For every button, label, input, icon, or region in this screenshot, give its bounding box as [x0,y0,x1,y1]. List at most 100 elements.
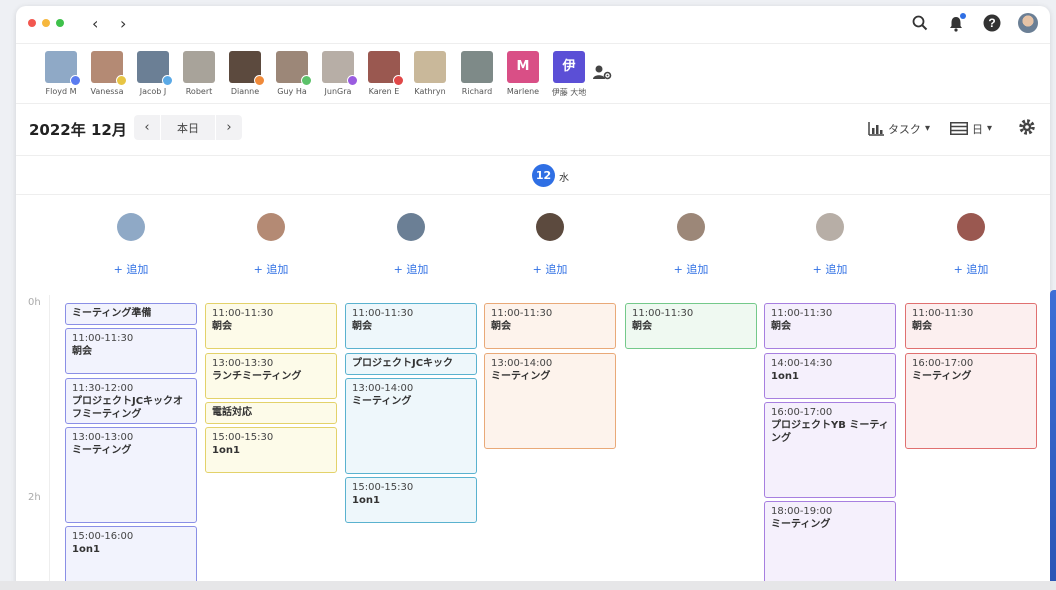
calendar-toolbar: 2022年 12月 ‹ 本日 › タスク ▾ 日 ▾ [16,104,1050,156]
member-avatar[interactable]: Vanessa [84,51,130,96]
column-header: + 追加 [905,213,1037,277]
member-avatar[interactable]: Jacob J [130,51,176,96]
member-avatar[interactable]: Robert [176,51,222,96]
layout-icon [949,122,968,135]
avatar [229,51,265,86]
add-event-button[interactable]: + 追加 [345,261,477,277]
avatar[interactable] [257,213,285,241]
add-event-button[interactable]: + 追加 [205,261,337,277]
day-view-select[interactable]: 日 ▾ [949,121,992,137]
today-button[interactable]: 本日 [160,115,216,140]
event-card[interactable]: 15:00-15:30 1on1 [205,427,337,473]
member-name: Richard [461,87,493,96]
event-card[interactable]: 13:00-13:30 ランチミーティング [205,353,337,399]
close-window-button[interactable] [28,19,36,27]
maximize-window-button[interactable] [56,19,64,27]
event-card[interactable]: 13:00-13:00 ミーティング [65,427,197,523]
event-card[interactable]: 電話対応 [205,402,337,424]
member-avatar[interactable]: Karen E [361,51,407,96]
event-card[interactable]: 11:00-11:30 朝会 [625,303,757,349]
search-icon[interactable] [910,13,930,33]
user-avatar[interactable] [1018,13,1038,33]
avatar[interactable] [677,213,705,241]
event-time: 15:00-15:30 [352,482,414,493]
event-card[interactable]: プロジェクトJCキック [345,353,477,375]
member-name: Jacob J [139,87,167,96]
member-avatar[interactable]: Guy Ha [269,51,315,96]
member-name: Vanessa [90,87,124,96]
window-controls [28,19,64,27]
event-card[interactable]: 11:00-11:30 朝会 [484,303,616,349]
member-strip: Floyd M Vanessa Jacob J Robert Dianne Guy Ha J… [16,44,1050,104]
event-title: プロジェクトJCキックオフミーティング [72,396,184,420]
event-time: 11:30-12:00 [72,383,134,394]
date-header: 12 水 [16,156,1050,195]
avatar[interactable] [957,213,985,241]
avatar[interactable] [816,213,844,241]
column-header: + 追加 [65,213,197,277]
day-number[interactable]: 12 [532,164,555,187]
schedule-grid: 0h 2h + 追加 ミーティング準備 11:00-11:30 朝会 11:30-12:… [16,195,1050,590]
event-title: ミーティング [72,445,132,456]
event-card[interactable]: 11:00-11:30 朝会 [764,303,896,349]
event-card[interactable]: 13:00-14:00 ミーティング [484,353,616,449]
member-settings-icon[interactable] [592,64,612,84]
svg-text:?: ? [988,16,995,30]
event-card[interactable]: 11:00-11:30 朝会 [345,303,477,349]
event-card[interactable]: 13:00-14:00 ミーティング [345,378,477,474]
task-view-select[interactable]: タスク ▾ [868,121,930,137]
event-card[interactable]: ミーティング準備 [65,303,197,325]
status-badge [301,75,312,86]
notification-dot [960,13,966,19]
member-avatar[interactable]: Floyd M [38,51,84,96]
title-bar: ‹ › ? [16,6,1050,44]
event-title: 1on1 [771,371,799,382]
bell-icon[interactable] [946,13,966,33]
event-time: 16:00-17:00 [912,358,974,369]
hour-label: 0h [28,297,41,308]
avatar[interactable] [536,213,564,241]
event-time: 11:00-11:30 [352,308,414,319]
member-avatar[interactable]: Dianne [222,51,268,96]
event-title: 朝会 [72,346,92,357]
member-avatar[interactable]: M Marlene [500,51,546,96]
add-event-button[interactable]: + 追加 [625,261,757,277]
event-card[interactable]: 15:00-15:30 1on1 [345,477,477,523]
gear-icon[interactable] [1018,118,1036,139]
next-day-button[interactable]: › [216,115,242,140]
chevron-left-icon[interactable]: ‹ [92,14,98,33]
member-avatar[interactable]: JunGra [315,51,361,96]
avatar [368,51,404,86]
event-card[interactable]: 16:00-17:00 ミーティング [905,353,1037,449]
event-card[interactable]: 14:00-14:30 1on1 [764,353,896,399]
add-event-button[interactable]: + 追加 [764,261,896,277]
event-title: ランチミーティング [212,371,302,382]
event-card[interactable]: 11:00-11:30 朝会 [65,328,197,374]
add-event-button[interactable]: + 追加 [484,261,616,277]
app-window: ‹ › ? Floyd M Vanessa Jacob J Robert Dianne G… [16,6,1050,590]
chevron-right-icon[interactable]: › [120,14,126,33]
event-card[interactable]: 11:00-11:30 朝会 [905,303,1037,349]
add-event-button[interactable]: + 追加 [65,261,197,277]
event-title: ミーティング [491,371,551,382]
chevron-down-icon: ▾ [924,123,930,134]
status-badge [116,75,127,86]
event-title: 朝会 [632,321,652,332]
event-time: 16:00-17:00 [771,407,833,418]
event-card[interactable]: 16:00-17:00 プロジェクトYB ミーティング [764,402,896,498]
event-card[interactable]: 11:30-12:00 プロジェクトJCキックオフミーティング [65,378,197,424]
member-avatar[interactable]: Richard [454,51,500,96]
status-badge [254,75,265,86]
member-avatar[interactable]: Kathryn [407,51,453,96]
event-card[interactable]: 18:00-19:00 ミーティング [764,501,896,590]
prev-day-button[interactable]: ‹ [134,115,160,140]
help-icon[interactable]: ? [982,13,1002,33]
member-avatar[interactable]: 伊伊藤 大地 [546,51,592,98]
avatar [45,51,81,86]
add-event-button[interactable]: + 追加 [905,261,1037,277]
event-card[interactable]: 11:00-11:30 朝会 [205,303,337,349]
avatar[interactable] [397,213,425,241]
avatar[interactable] [117,213,145,241]
status-badge [162,75,173,86]
minimize-window-button[interactable] [42,19,50,27]
